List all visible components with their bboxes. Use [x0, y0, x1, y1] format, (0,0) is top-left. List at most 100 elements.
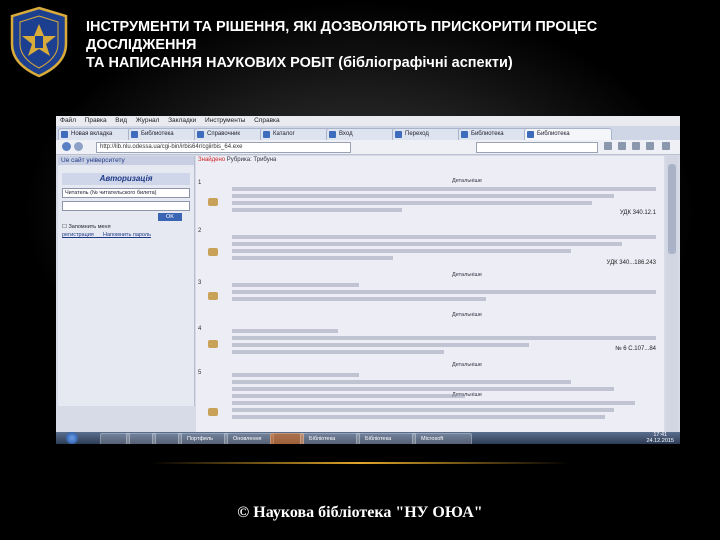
title-line-2-main: ТА НАПИСАННЯ НАУКОВИХ РОБІТ	[86, 55, 335, 71]
record-number: 2	[198, 228, 202, 234]
browser-tab[interactable]: Новая вкладка	[58, 128, 138, 140]
menu-item[interactable]: Инструменты	[205, 117, 246, 124]
auth-heading: Авторизація	[62, 173, 190, 185]
menu-item[interactable]: Закладки	[168, 117, 196, 124]
back-icon[interactable]	[62, 142, 71, 151]
record-text	[232, 326, 656, 354]
udc-code: № 6 С.107...84	[615, 346, 656, 352]
title-line-1: ІНСТРУМЕНТИ ТА РІШЕННЯ, ЯКІ ДОЗВОЛЯЮТЬ П…	[86, 19, 598, 53]
folder-icon[interactable]	[208, 408, 218, 416]
browser-tab[interactable]: Вход	[326, 128, 402, 140]
scrollbar[interactable]	[666, 156, 678, 432]
menu-item[interactable]: Файл	[60, 117, 76, 124]
firefox-icon[interactable]	[270, 433, 304, 444]
folder-icon[interactable]	[208, 340, 218, 348]
page-icon	[263, 131, 270, 138]
remember-checkbox[interactable]: ☐ Запомнить меня	[62, 224, 190, 230]
login-field[interactable]: Читатель (№ читательского билета)	[62, 188, 190, 198]
taskbar: Портфель Оновлення Бібліотека Бібліотека…	[56, 432, 680, 444]
taskbar-button[interactable]: Оновлення	[224, 433, 274, 444]
result-record: 5 Детальніше	[196, 368, 664, 428]
menu-icon[interactable]	[662, 142, 670, 150]
folder-icon[interactable]	[208, 292, 218, 300]
record-text	[232, 184, 656, 212]
browser-tab-active[interactable]: Библиотека	[524, 128, 612, 140]
udc-code: УДК 340...186.243	[606, 260, 656, 266]
password-field[interactable]	[62, 201, 190, 211]
tab-label: Новая вкладка	[71, 131, 113, 137]
tab-label: Вход	[339, 131, 353, 137]
register-link[interactable]: регистрация	[62, 232, 94, 238]
browser-tab[interactable]: Каталог	[260, 128, 336, 140]
bookmark-icon[interactable]	[618, 142, 626, 150]
result-record: 2 Детальніше УДК 340...186.243	[196, 226, 664, 278]
record-number: 1	[198, 180, 202, 186]
page-icon	[61, 131, 68, 138]
browser-screenshot: Файл Правка Вид Журнал Закладки Инструме…	[56, 116, 680, 444]
record-number: 5	[198, 370, 202, 376]
taskbar-button[interactable]: Бібліотека	[356, 433, 416, 444]
auth-links: регистрация Напомнить пароль	[62, 232, 190, 238]
browser-tab[interactable]: Библиотека	[458, 128, 534, 140]
folder-icon[interactable]	[208, 248, 218, 256]
taskbar-button[interactable]: Microsoft	[412, 433, 472, 444]
slide-title: ІНСТРУМЕНТИ ТА РІШЕННЯ, ЯКІ ДОЗВОЛЯЮТЬ П…	[86, 18, 706, 72]
address-bar[interactable]: http://lib.nlu.odessa.ua/cgi-bin/irbis64…	[96, 142, 351, 153]
scrollbar-thumb[interactable]	[668, 164, 676, 254]
divider	[150, 462, 570, 464]
details-link[interactable]: Детальніше	[452, 312, 482, 318]
record-text	[232, 232, 656, 260]
folder-icon[interactable]	[208, 198, 218, 206]
taskbar-button[interactable]: Портфель	[178, 433, 228, 444]
download-icon[interactable]	[632, 142, 640, 150]
page-icon	[461, 131, 468, 138]
browser-tab[interactable]: Переход	[392, 128, 468, 140]
system-clock[interactable]: 17:41 24.12.2015	[646, 432, 674, 444]
taskbar-button[interactable]: Бібліотека	[300, 433, 360, 444]
menu-item[interactable]: Журнал	[136, 117, 160, 124]
forgot-password-link[interactable]: Напомнить пароль	[103, 232, 151, 238]
page-icon	[329, 131, 336, 138]
star-icon[interactable]	[604, 142, 612, 150]
page-icon	[395, 131, 402, 138]
browser-tabs: Новая вкладка Библиотека Справочник Ката…	[56, 126, 680, 140]
tab-label: Библиотека	[141, 131, 174, 137]
menu-item[interactable]: Правка	[85, 117, 107, 124]
browser-tab[interactable]: Справочник	[194, 128, 270, 140]
remember-label: Запомнить меня	[68, 224, 111, 230]
results-header: Знайдено Рубрика: Трибуна	[198, 157, 276, 163]
record-number: 4	[198, 326, 202, 332]
title-line-2-suffix: (бібліографічні аспекти)	[334, 55, 513, 71]
tab-label: Библиотека	[471, 131, 504, 137]
navigation-bar: http://lib.nlu.odessa.ua/cgi-bin/irbis64…	[56, 140, 680, 155]
menu-item[interactable]: Справка	[254, 117, 280, 124]
menu-item[interactable]: Вид	[115, 117, 127, 124]
record-number: 3	[198, 280, 202, 286]
udc-code: УДК 340.12.1	[619, 210, 656, 216]
menu-bar: Файл Правка Вид Журнал Закладки Инструме…	[56, 116, 680, 126]
result-record: 4 Детальніше № 6 С.107...84	[196, 324, 664, 368]
windows-start-icon[interactable]	[66, 432, 78, 444]
results-query: Рубрика: Трибуна	[226, 157, 277, 163]
record-text	[232, 370, 656, 419]
clock-date: 24.12.2015	[646, 438, 674, 444]
page-icon	[131, 131, 138, 138]
home-icon[interactable]	[646, 142, 654, 150]
search-input[interactable]	[476, 142, 598, 153]
tab-label: Библиотека	[537, 131, 570, 137]
tab-label: Каталог	[273, 131, 295, 137]
tab-label: Справочник	[207, 131, 240, 137]
sidebar: Ue сайт університету Авторизація Читател…	[58, 156, 195, 406]
footer-copyright: © Наукова бібліотека "НУ ОЮА"	[237, 504, 483, 521]
forward-icon[interactable]	[74, 142, 83, 151]
ok-button[interactable]: OK	[158, 213, 182, 221]
result-record: 3 Детальніше	[196, 278, 664, 322]
page-icon	[197, 131, 204, 138]
browser-tab[interactable]: Библиотека	[128, 128, 204, 140]
result-record: 1 Детальніше УДК 340.12.1	[196, 178, 664, 222]
record-text	[232, 280, 656, 301]
tab-label: Переход	[405, 131, 429, 137]
university-crest-icon	[10, 6, 68, 78]
university-site-link[interactable]: Ue сайт університету	[58, 156, 194, 165]
search-results: Знайдено Рубрика: Трибуна 1 Детальніше У…	[196, 156, 664, 432]
